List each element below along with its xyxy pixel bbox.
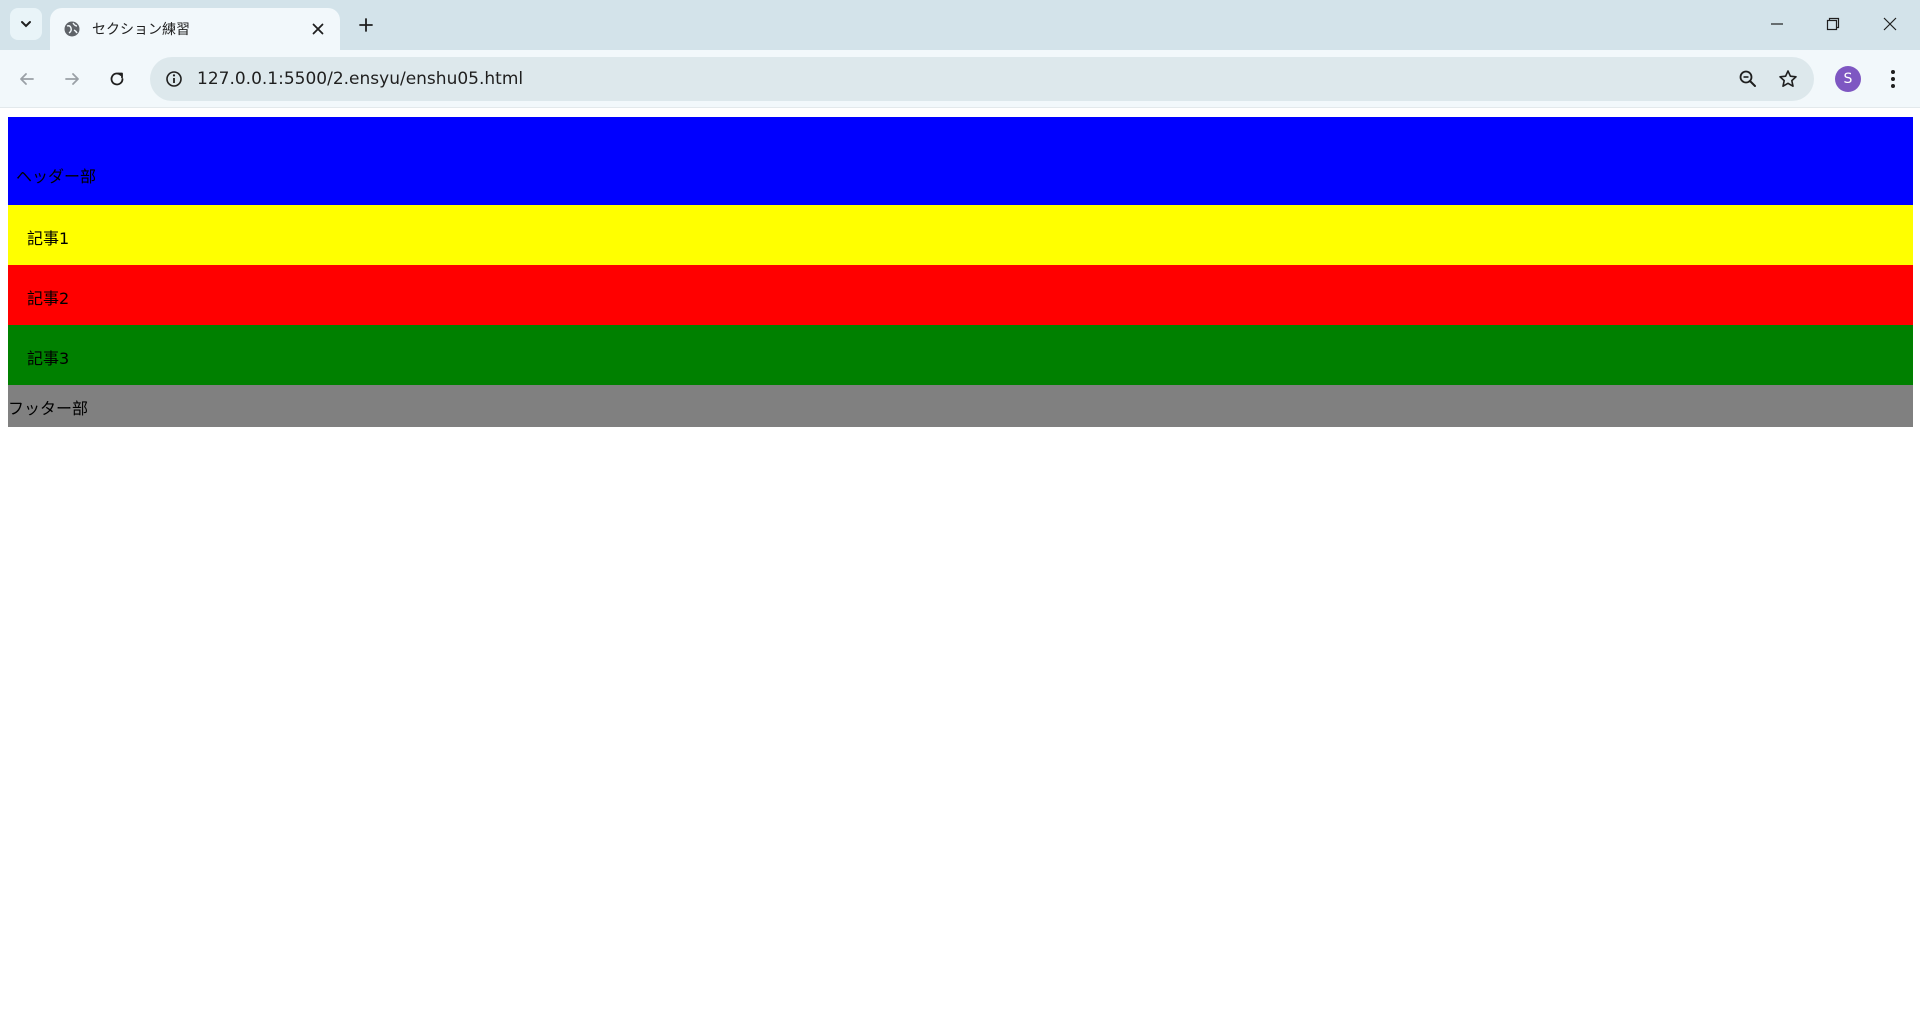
article-1: 記事1 bbox=[8, 205, 1913, 265]
tab-close-button[interactable] bbox=[306, 17, 330, 41]
article-3-text: 記事3 bbox=[27, 349, 70, 368]
chevron-down-icon bbox=[21, 21, 31, 28]
article-1-text: 記事1 bbox=[27, 229, 70, 248]
info-icon[interactable] bbox=[162, 67, 186, 91]
kebab-menu-icon bbox=[1891, 70, 1895, 88]
browser-toolbar: 127.0.0.1:5500/2.ensyu/enshu05.html bbox=[0, 50, 1920, 108]
arrow-right-icon bbox=[65, 73, 79, 85]
back-button[interactable] bbox=[11, 63, 43, 95]
close-icon bbox=[312, 23, 324, 35]
zoom-out-icon[interactable] bbox=[1736, 67, 1760, 91]
close-icon bbox=[1883, 17, 1897, 31]
tab-strip: セクション練習 bbox=[0, 0, 1920, 50]
url-text[interactable]: 127.0.0.1:5500/2.ensyu/enshu05.html bbox=[197, 69, 523, 89]
minimize-icon bbox=[1771, 23, 1783, 25]
page-footer: フッター部 bbox=[8, 385, 1913, 427]
forward-button[interactable] bbox=[56, 63, 88, 95]
page-viewport: ヘッダー部 記事1 記事2 記事3 フッター部 bbox=[0, 109, 1920, 1011]
tab-title: セクション練習 bbox=[92, 22, 190, 38]
footer-text: フッター部 bbox=[8, 399, 89, 418]
page-body: ヘッダー部 記事1 記事2 記事3 フッター部 bbox=[8, 117, 1913, 427]
globe-icon bbox=[62, 19, 82, 39]
reload-button[interactable] bbox=[101, 63, 133, 95]
article-2-text: 記事2 bbox=[27, 289, 70, 308]
article-3: 記事3 bbox=[8, 325, 1913, 385]
restore-icon bbox=[1826, 17, 1840, 31]
tab-search-button[interactable] bbox=[10, 8, 42, 40]
minimize-button[interactable] bbox=[1755, 6, 1799, 42]
active-tab[interactable]: セクション練習 bbox=[50, 8, 340, 50]
new-tab-button[interactable] bbox=[352, 11, 380, 39]
address-bar[interactable]: 127.0.0.1:5500/2.ensyu/enshu05.html bbox=[150, 57, 1814, 101]
header-text: ヘッダー部 bbox=[16, 167, 97, 186]
profile-avatar[interactable]: S bbox=[1835, 66, 1861, 92]
star-icon[interactable] bbox=[1776, 67, 1800, 91]
plus-icon bbox=[359, 18, 373, 32]
close-window-button[interactable] bbox=[1868, 6, 1912, 42]
restore-button[interactable] bbox=[1811, 6, 1855, 42]
page-header: ヘッダー部 bbox=[8, 117, 1913, 205]
reload-icon bbox=[110, 72, 124, 86]
arrow-left-icon bbox=[20, 73, 34, 85]
browser-menu-button[interactable] bbox=[1878, 63, 1908, 95]
article-2: 記事2 bbox=[8, 265, 1913, 325]
